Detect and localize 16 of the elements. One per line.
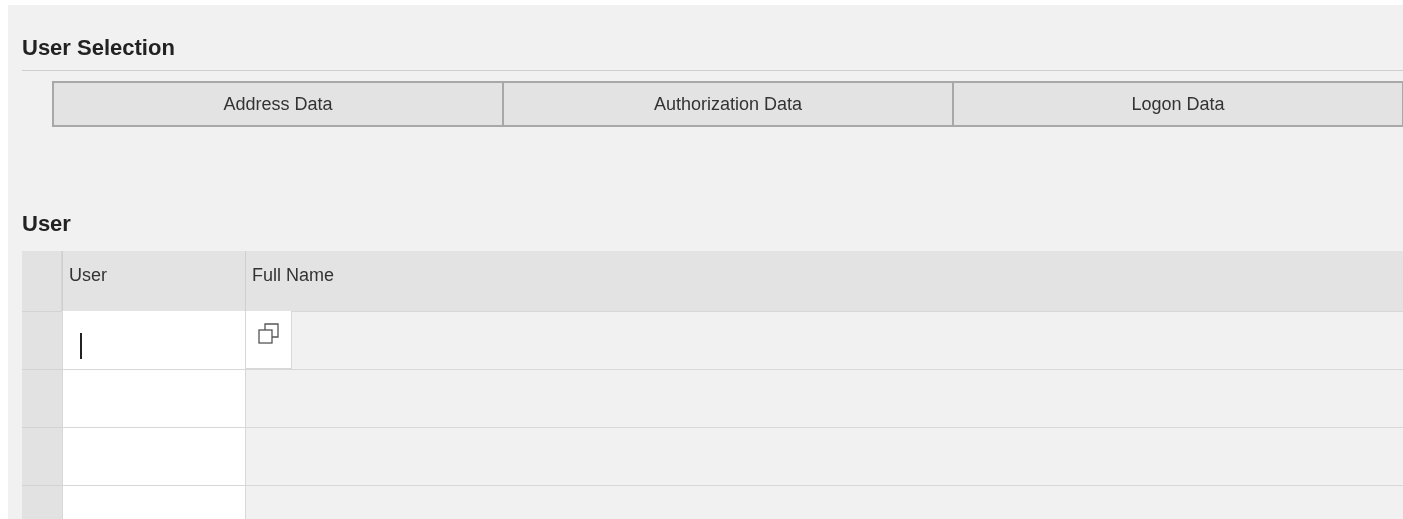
row-selector[interactable] bbox=[22, 369, 62, 427]
row-selector[interactable] bbox=[22, 427, 62, 485]
tab-button[interactable]: Address Data bbox=[52, 81, 503, 127]
user-input-field[interactable] bbox=[62, 369, 245, 427]
value-help-icon bbox=[257, 323, 280, 345]
user-input-field[interactable] bbox=[62, 427, 245, 485]
tab-button[interactable]: Authorization Data bbox=[503, 81, 953, 127]
column-header: User bbox=[62, 251, 245, 311]
value-help-button[interactable] bbox=[246, 311, 292, 369]
column-header: Full Name bbox=[245, 251, 1403, 311]
section-title: User bbox=[22, 211, 72, 237]
row-selector-header bbox=[22, 251, 62, 311]
text-cursor bbox=[80, 333, 82, 359]
tab-button[interactable]: Logon Data bbox=[953, 81, 1403, 127]
section-title: User Selection bbox=[22, 34, 176, 61]
row-selector[interactable] bbox=[22, 311, 62, 369]
